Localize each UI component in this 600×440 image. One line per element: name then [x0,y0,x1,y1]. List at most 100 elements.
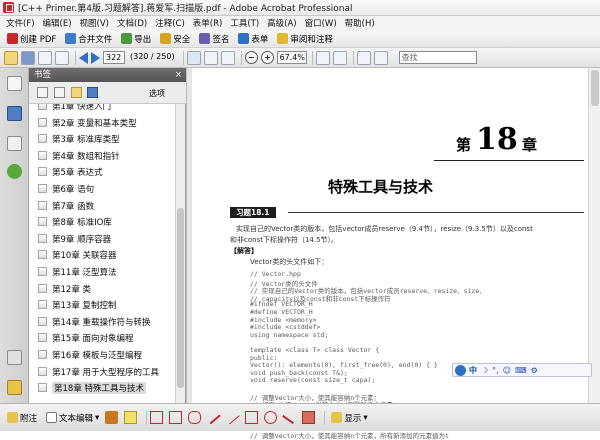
line-icon[interactable] [225,410,241,425]
bookmark-icon [38,267,47,276]
bookmark-item[interactable]: 第13章 复制控制 [52,299,117,311]
bookmark-icon [38,150,47,160]
options-menu[interactable]: 选项 [149,88,165,99]
bookmark-item[interactable]: 第17章 用于大型程序的工具 [52,366,159,378]
bookmark-item[interactable]: 第16章 模板与泛型编程 [52,349,142,361]
signatures-icon[interactable] [7,136,22,151]
menu-document[interactable]: 文档(D) [117,17,147,29]
ime-punctuation-icon[interactable]: °, [492,366,499,375]
export-button[interactable]: 导出 [118,31,154,46]
scrollbar-thumb[interactable] [591,70,599,106]
sign-button[interactable]: 签名 [196,31,232,46]
bookmark-tag-icon[interactable] [87,87,98,98]
print-icon[interactable] [38,50,52,65]
bookmark-item[interactable]: 第14章 重载操作符与转换 [52,316,151,328]
expand-icon[interactable] [37,87,48,98]
menu-window[interactable]: 窗口(W) [305,17,337,29]
bookmark-item[interactable]: 第1章 快速入门 [52,104,111,112]
pages-icon[interactable] [7,76,22,91]
highlight-icon[interactable] [124,411,138,424]
previous-page-icon[interactable] [79,51,88,64]
ime-settings-icon[interactable]: ⚙ [531,366,538,375]
bookmark-item[interactable]: 第11章 泛型算法 [52,266,117,278]
select-tool-icon[interactable] [203,50,218,65]
create-pdf-button[interactable]: 创建 PDF [4,31,59,46]
exercise-label: 习题18.1 [230,207,276,218]
menu-forms[interactable]: 表单(R) [193,17,223,29]
bookmark-item[interactable]: 第8章 标准IO库 [52,216,112,228]
menu-advanced[interactable]: 高级(A) [267,17,296,29]
ime-moon-icon[interactable]: ☽ [481,366,488,375]
secure-button[interactable]: 安全 [157,31,193,46]
ime-logo-icon[interactable] [455,364,466,376]
menu-help[interactable]: 帮助(H) [345,17,375,29]
cloud-icon[interactable] [188,411,202,424]
comments-icon[interactable] [7,380,22,395]
scrollbar-thumb[interactable] [177,208,184,388]
menu-tools[interactable]: 工具(T) [230,17,259,29]
stamp-icon[interactable] [105,411,119,424]
bookmark-item[interactable]: 第12章 类 [52,283,91,295]
help-icon[interactable] [7,164,22,179]
combine-files-button[interactable]: 合并文件 [62,31,115,46]
ime-language[interactable]: 中 [469,365,477,376]
bookmark-item[interactable]: 第15章 面向对象编程 [52,332,134,344]
window-title: [C++ Primer.第4版.习题解答].蒋爱军.扫描版.pdf - Adob… [18,4,353,14]
zoom-in-icon[interactable] [260,51,274,64]
text-edit-button[interactable]: 文本编辑 ▾ [43,410,102,425]
toolbar-separator [240,50,242,65]
bookmarks-scrollbar[interactable] [175,104,185,403]
fit-page-icon[interactable] [315,50,330,65]
new-bookmark-icon[interactable] [71,87,82,98]
pencil-icon[interactable] [282,410,298,425]
oval-icon[interactable] [264,411,278,424]
delete-bookmark-icon[interactable] [54,87,65,98]
chapter-suffix: 章 [522,136,538,154]
attachments-icon[interactable] [7,350,22,365]
menu-file[interactable]: 文件(F) [6,17,35,29]
bookmark-item[interactable]: 第18章 特殊工具与技术 [52,382,147,395]
zoom-tool-icon[interactable] [220,50,235,65]
bookmark-item[interactable]: 第7章 函数 [52,200,94,212]
arrow-icon[interactable] [206,410,222,425]
review-comment-button[interactable]: 审阅和注释 [274,31,336,46]
menu-edit[interactable]: 编辑(E) [43,17,72,29]
zoom-level-input[interactable]: 67.4% [276,51,307,64]
bookmarks-icon[interactable] [7,106,22,121]
email-icon[interactable] [55,50,69,65]
bookmark-item[interactable]: 第3章 标准库类型 [52,133,120,145]
callout-icon[interactable] [150,411,164,424]
ime-keyboard-icon[interactable]: ⌨ [515,366,527,375]
save-icon[interactable] [21,50,35,65]
bookmark-icon [38,333,47,343]
bookmark-item[interactable]: 第4章 数组和指针 [52,150,120,162]
ime-smile-icon[interactable]: ☺ [503,366,511,375]
close-icon[interactable]: × [175,68,182,82]
combine-icon [65,33,77,44]
show-menu-button[interactable]: 显示 ▾ [328,410,370,425]
bookmark-item[interactable]: 第2章 变量和基本类型 [52,117,137,129]
eraser-icon[interactable] [302,411,316,424]
rotate-icon[interactable] [373,50,388,65]
search-input[interactable]: 查找 [398,51,477,64]
page-layout-icon[interactable] [356,50,371,65]
document-scrollbar[interactable] [588,68,600,403]
open-folder-icon[interactable] [4,50,18,65]
bookmark-item[interactable]: 第9章 顺序容器 [52,233,111,245]
navigation-pane-strip [0,68,29,403]
ime-toolbar: 中 ☽ °, ☺ ⌨ ⚙ [452,363,592,377]
menu-comments[interactable]: 注释(C) [155,17,185,29]
menu-view[interactable]: 视图(V) [80,17,109,29]
forms-button[interactable]: 表单 [235,31,271,46]
textbox-icon[interactable] [169,411,183,424]
bookmark-item[interactable]: 第6章 语句 [52,183,94,195]
hand-tool-icon[interactable] [186,50,201,65]
zoom-out-icon[interactable] [244,51,258,64]
page-number-input[interactable]: 322 [103,51,125,64]
rectangle-icon[interactable] [245,411,259,424]
bookmark-item[interactable]: 第10章 关联容器 [52,249,117,261]
bookmark-item[interactable]: 第5章 表达式 [52,166,103,178]
sticky-note-button[interactable]: 附注 [4,410,40,425]
next-page-icon[interactable] [91,51,100,64]
fit-width-icon[interactable] [332,50,347,65]
